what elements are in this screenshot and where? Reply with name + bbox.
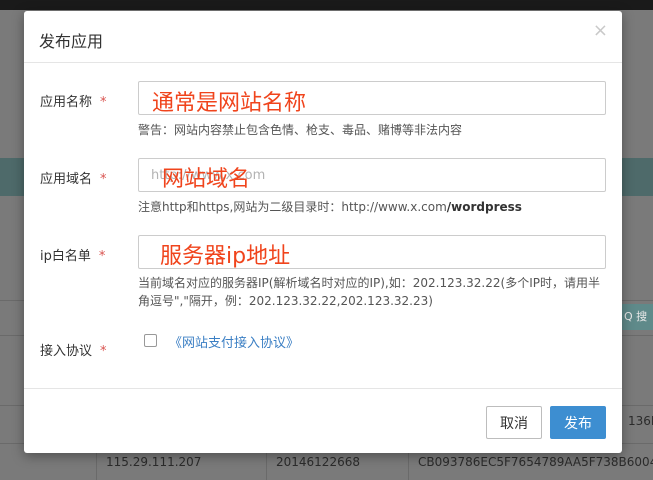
app-domain-input[interactable] <box>139 159 605 191</box>
agreement-label: 接入协议 * <box>40 344 107 359</box>
app-name-label: 应用名称 * <box>40 95 107 110</box>
required-mark: * <box>100 344 107 359</box>
app-name-field[interactable] <box>138 81 606 115</box>
agreement-link[interactable]: 《网站支付接入协议》 <box>169 332 299 351</box>
app-domain-help: 注意http和https,网站为二级目录时：http://www.x.com/w… <box>138 200 522 214</box>
close-icon[interactable]: × <box>593 21 608 41</box>
table-cell-id: 20146122668 <box>276 455 360 469</box>
publish-app-dialog: 发布应用 × 应用名称 * 通常是网站名称 警告：网站内容禁止包含色情、枪支、毒品… <box>24 11 622 453</box>
app-domain-field[interactable] <box>138 158 606 192</box>
ip-whitelist-help: 当前域名对应的服务器IP(解析域名时对应的IP),如：202.123.32.22… <box>138 276 600 308</box>
background-search-button: Q 搜 <box>618 304 653 330</box>
ip-whitelist-input[interactable] <box>139 236 605 268</box>
dialog-footer: 取消 发布 <box>24 388 622 453</box>
required-mark: * <box>100 95 107 110</box>
app-name-help: 警告：网站内容禁止包含色情、枪支、毒品、赌博等非法内容 <box>138 123 463 137</box>
publish-button[interactable]: 发布 <box>550 406 606 439</box>
dialog-header: 发布应用 × <box>24 11 622 63</box>
required-mark: * <box>100 172 107 187</box>
table-cell: 136FE <box>628 414 653 428</box>
ip-whitelist-label: ip白名单 * <box>40 249 106 264</box>
table-cell-hash: CB093786EC5F7654789AA5F738B6004 <box>418 455 653 469</box>
app-domain-label: 应用域名 * <box>40 172 107 187</box>
app-name-input[interactable] <box>139 82 605 114</box>
cancel-button[interactable]: 取消 <box>486 406 542 439</box>
dialog-title: 发布应用 <box>39 32 104 51</box>
required-mark: * <box>98 249 106 264</box>
agreement-checkbox[interactable] <box>144 334 157 347</box>
table-cell-ip: 115.29.111.207 <box>106 455 202 469</box>
app-topbar <box>0 0 653 10</box>
ip-whitelist-field[interactable] <box>138 235 606 269</box>
